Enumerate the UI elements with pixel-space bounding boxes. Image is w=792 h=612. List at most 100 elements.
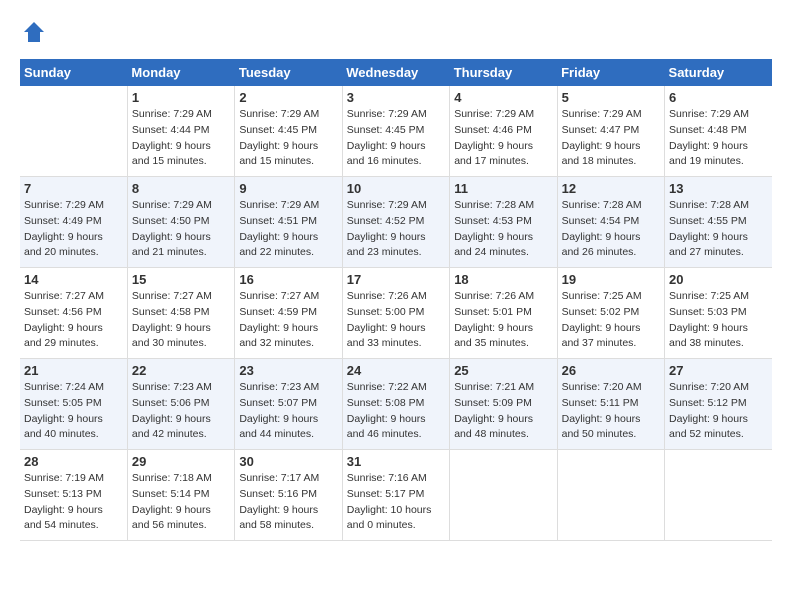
- day-info: Sunrise: 7:29 AMSunset: 4:49 PMDaylight:…: [24, 198, 123, 261]
- day-info: Sunrise: 7:29 AMSunset: 4:51 PMDaylight:…: [239, 198, 337, 261]
- day-number: 5: [562, 90, 660, 105]
- day-info: Sunrise: 7:27 AMSunset: 4:58 PMDaylight:…: [132, 289, 230, 352]
- calendar-cell: 14 Sunrise: 7:27 AMSunset: 4:56 PMDayligh…: [20, 268, 127, 359]
- day-info: Sunrise: 7:17 AMSunset: 5:16 PMDaylight:…: [239, 471, 337, 534]
- day-number: 6: [669, 90, 768, 105]
- calendar-cell: 9 Sunrise: 7:29 AMSunset: 4:51 PMDaylight…: [235, 177, 342, 268]
- day-info: Sunrise: 7:26 AMSunset: 5:00 PMDaylight:…: [347, 289, 445, 352]
- header-row: SundayMondayTuesdayWednesdayThursdayFrid…: [20, 59, 772, 86]
- day-info: Sunrise: 7:23 AMSunset: 5:06 PMDaylight:…: [132, 380, 230, 443]
- day-number: 10: [347, 181, 445, 196]
- calendar-cell: 23 Sunrise: 7:23 AMSunset: 5:07 PMDayligh…: [235, 359, 342, 450]
- day-info: Sunrise: 7:23 AMSunset: 5:07 PMDaylight:…: [239, 380, 337, 443]
- page-header: [20, 20, 772, 49]
- day-number: 22: [132, 363, 230, 378]
- day-info: Sunrise: 7:29 AMSunset: 4:47 PMDaylight:…: [562, 107, 660, 170]
- day-info: Sunrise: 7:27 AMSunset: 4:59 PMDaylight:…: [239, 289, 337, 352]
- day-info: Sunrise: 7:29 AMSunset: 4:52 PMDaylight:…: [347, 198, 445, 261]
- week-row-1: 1Sunrise: 7:29 AMSunset: 4:44 PMDaylight…: [20, 86, 772, 177]
- day-number: 28: [24, 454, 123, 469]
- calendar-cell: 30 Sunrise: 7:17 AMSunset: 5:16 PMDayligh…: [235, 450, 342, 541]
- day-info: Sunrise: 7:25 AMSunset: 5:02 PMDaylight:…: [562, 289, 660, 352]
- calendar-cell: 22 Sunrise: 7:23 AMSunset: 5:06 PMDayligh…: [127, 359, 234, 450]
- day-number: 9: [239, 181, 337, 196]
- calendar-cell: [665, 450, 772, 541]
- calendar-cell: 11 Sunrise: 7:28 AMSunset: 4:53 PMDayligh…: [450, 177, 557, 268]
- day-info: Sunrise: 7:29 AMSunset: 4:45 PMDaylight:…: [347, 107, 445, 170]
- day-info: Sunrise: 7:20 AMSunset: 5:11 PMDaylight:…: [562, 380, 660, 443]
- calendar-cell: 19 Sunrise: 7:25 AMSunset: 5:02 PMDayligh…: [557, 268, 664, 359]
- calendar-header: SundayMondayTuesdayWednesdayThursdayFrid…: [20, 59, 772, 86]
- day-number: 19: [562, 272, 660, 287]
- day-number: 20: [669, 272, 768, 287]
- day-number: 24: [347, 363, 445, 378]
- calendar-cell: 10 Sunrise: 7:29 AMSunset: 4:52 PMDayligh…: [342, 177, 449, 268]
- day-number: 17: [347, 272, 445, 287]
- calendar-cell: [20, 86, 127, 177]
- column-header-sunday: Sunday: [20, 59, 127, 86]
- day-number: 18: [454, 272, 552, 287]
- column-header-thursday: Thursday: [450, 59, 557, 86]
- calendar-cell: 7Sunrise: 7:29 AMSunset: 4:49 PMDaylight…: [20, 177, 127, 268]
- day-info: Sunrise: 7:28 AMSunset: 4:53 PMDaylight:…: [454, 198, 552, 261]
- day-number: 11: [454, 181, 552, 196]
- day-info: Sunrise: 7:18 AMSunset: 5:14 PMDaylight:…: [132, 471, 230, 534]
- day-number: 26: [562, 363, 660, 378]
- logo-icon: [22, 20, 46, 44]
- day-number: 31: [347, 454, 445, 469]
- calendar-cell: 28 Sunrise: 7:19 AMSunset: 5:13 PMDayligh…: [20, 450, 127, 541]
- day-number: 27: [669, 363, 768, 378]
- calendar-cell: 18Sunrise: 7:26 AMSunset: 5:01 PMDayligh…: [450, 268, 557, 359]
- calendar-cell: 27 Sunrise: 7:20 AMSunset: 5:12 PMDayligh…: [665, 359, 772, 450]
- day-info: Sunrise: 7:29 AMSunset: 4:45 PMDaylight:…: [239, 107, 337, 170]
- calendar-cell: 16 Sunrise: 7:27 AMSunset: 4:59 PMDayligh…: [235, 268, 342, 359]
- day-info: Sunrise: 7:29 AMSunset: 4:48 PMDaylight:…: [669, 107, 768, 170]
- day-number: 2: [239, 90, 337, 105]
- week-row-4: 21 Sunrise: 7:24 AMSunset: 5:05 PMDayligh…: [20, 359, 772, 450]
- calendar-body: 1Sunrise: 7:29 AMSunset: 4:44 PMDaylight…: [20, 86, 772, 541]
- calendar-cell: 17 Sunrise: 7:26 AMSunset: 5:00 PMDayligh…: [342, 268, 449, 359]
- calendar-cell: 29Sunrise: 7:18 AMSunset: 5:14 PMDayligh…: [127, 450, 234, 541]
- day-info: Sunrise: 7:25 AMSunset: 5:03 PMDaylight:…: [669, 289, 768, 352]
- calendar-cell: [450, 450, 557, 541]
- calendar-cell: 2 Sunrise: 7:29 AMSunset: 4:45 PMDaylight…: [235, 86, 342, 177]
- calendar-cell: 1Sunrise: 7:29 AMSunset: 4:44 PMDaylight…: [127, 86, 234, 177]
- day-number: 8: [132, 181, 230, 196]
- day-number: 23: [239, 363, 337, 378]
- day-number: 15: [132, 272, 230, 287]
- calendar-cell: 15 Sunrise: 7:27 AMSunset: 4:58 PMDayligh…: [127, 268, 234, 359]
- day-info: Sunrise: 7:29 AMSunset: 4:50 PMDaylight:…: [132, 198, 230, 261]
- calendar-cell: 26 Sunrise: 7:20 AMSunset: 5:11 PMDayligh…: [557, 359, 664, 450]
- day-info: Sunrise: 7:28 AMSunset: 4:54 PMDaylight:…: [562, 198, 660, 261]
- column-header-saturday: Saturday: [665, 59, 772, 86]
- day-info: Sunrise: 7:27 AMSunset: 4:56 PMDaylight:…: [24, 289, 123, 352]
- logo: [20, 20, 46, 49]
- calendar-cell: 12Sunrise: 7:28 AMSunset: 4:54 PMDayligh…: [557, 177, 664, 268]
- calendar-cell: 4Sunrise: 7:29 AMSunset: 4:46 PMDaylight…: [450, 86, 557, 177]
- calendar-cell: 25Sunrise: 7:21 AMSunset: 5:09 PMDayligh…: [450, 359, 557, 450]
- calendar-cell: 6 Sunrise: 7:29 AMSunset: 4:48 PMDaylight…: [665, 86, 772, 177]
- day-number: 30: [239, 454, 337, 469]
- day-info: Sunrise: 7:24 AMSunset: 5:05 PMDaylight:…: [24, 380, 123, 443]
- week-row-2: 7Sunrise: 7:29 AMSunset: 4:49 PMDaylight…: [20, 177, 772, 268]
- day-info: Sunrise: 7:29 AMSunset: 4:46 PMDaylight:…: [454, 107, 552, 170]
- column-header-monday: Monday: [127, 59, 234, 86]
- day-number: 14: [24, 272, 123, 287]
- calendar-cell: 8 Sunrise: 7:29 AMSunset: 4:50 PMDaylight…: [127, 177, 234, 268]
- calendar-cell: 5 Sunrise: 7:29 AMSunset: 4:47 PMDaylight…: [557, 86, 664, 177]
- week-row-3: 14 Sunrise: 7:27 AMSunset: 4:56 PMDayligh…: [20, 268, 772, 359]
- day-number: 21: [24, 363, 123, 378]
- week-row-5: 28 Sunrise: 7:19 AMSunset: 5:13 PMDayligh…: [20, 450, 772, 541]
- day-number: 3: [347, 90, 445, 105]
- day-info: Sunrise: 7:19 AMSunset: 5:13 PMDaylight:…: [24, 471, 123, 534]
- day-info: Sunrise: 7:20 AMSunset: 5:12 PMDaylight:…: [669, 380, 768, 443]
- day-info: Sunrise: 7:28 AMSunset: 4:55 PMDaylight:…: [669, 198, 768, 261]
- day-number: 1: [132, 90, 230, 105]
- calendar-cell: [557, 450, 664, 541]
- column-header-wednesday: Wednesday: [342, 59, 449, 86]
- calendar-cell: 13Sunrise: 7:28 AMSunset: 4:55 PMDayligh…: [665, 177, 772, 268]
- column-header-friday: Friday: [557, 59, 664, 86]
- day-number: 16: [239, 272, 337, 287]
- calendar-cell: 20 Sunrise: 7:25 AMSunset: 5:03 PMDayligh…: [665, 268, 772, 359]
- calendar-cell: 21 Sunrise: 7:24 AMSunset: 5:05 PMDayligh…: [20, 359, 127, 450]
